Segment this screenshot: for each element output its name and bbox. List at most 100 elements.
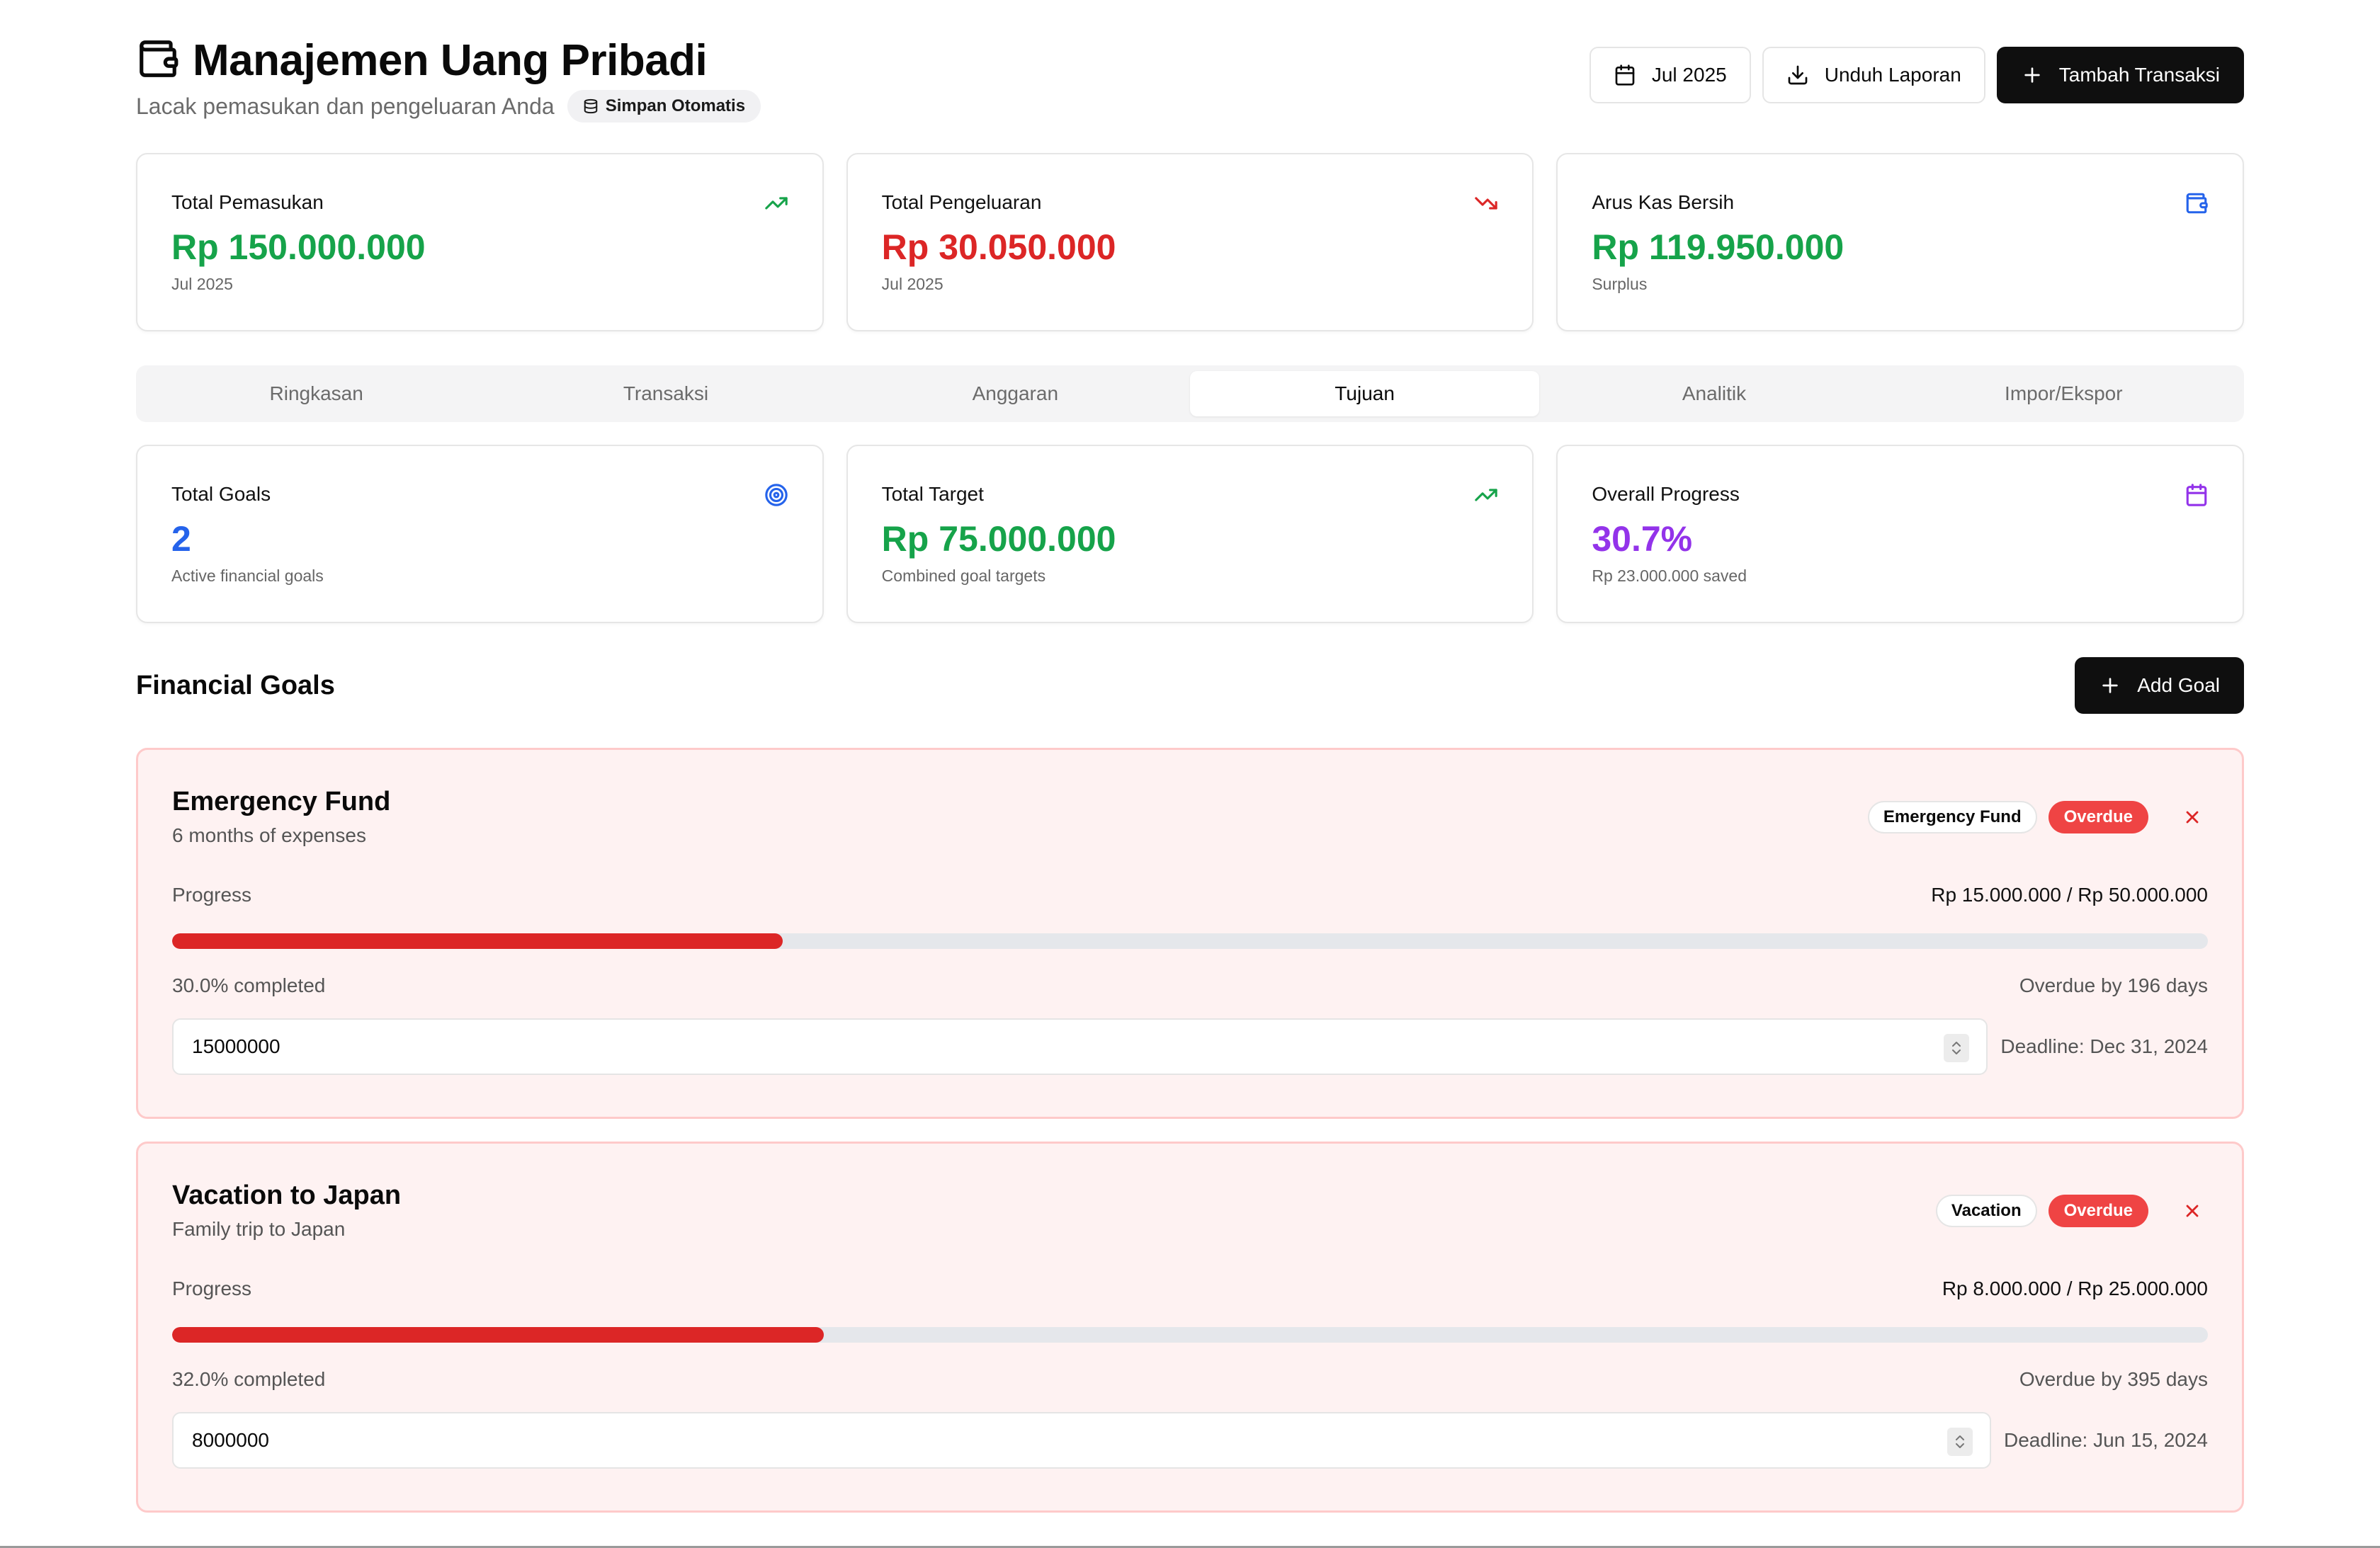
header-actions: Jul 2025 Unduh Laporan Tambah Transaksi [1589,47,2244,103]
card-sub: Jul 2025 [171,275,233,293]
current-amount-value: 8000000 [192,1429,270,1451]
card-label: Total Goals [171,483,271,505]
progress-label: Progress [172,884,252,906]
month-picker-button[interactable]: Jul 2025 [1589,47,1751,103]
month-picker-label: Jul 2025 [1651,64,1727,86]
add-transaction-label: Tambah Transaksi [2058,64,2220,86]
card-label: Total Target [881,483,984,505]
total-target-card: Total Target Rp 75.000.000 Combined goal… [846,445,1534,623]
add-goal-button[interactable]: Add Goal [2075,657,2244,714]
goal-status-badge: Overdue [2048,1195,2148,1227]
goal-category-badge: Vacation [1935,1195,2037,1227]
net-cashflow-card: Arus Kas Bersih Rp 119.950.000 Surplus [1556,153,2245,331]
number-spinner[interactable] [1944,1034,1970,1062]
goals-section-title: Financial Goals [136,670,335,700]
calendar-icon [2186,484,2207,506]
progress-bar-fill [172,1327,824,1343]
wallet-icon [136,37,180,84]
goal-status-badge: Overdue [2048,801,2148,833]
close-icon [2186,1205,2199,1217]
goal-input-row: 15000000 Deadline: Dec 31, 2024 [172,1018,2208,1075]
plus-icon [2024,67,2040,83]
overall-progress-card: Overall Progress 30.7% Rp 23.000.000 sav… [1556,445,2245,623]
current-amount-input[interactable]: 15000000 [172,1018,1988,1075]
current-amount-value: 15000000 [192,1035,280,1057]
goals-section-header: Financial Goals Add Goal [136,657,2244,714]
goal-input-row: 8000000 Deadline: Jun 15, 2024 [172,1412,2208,1469]
card-sub: Rp 23.000.000 saved [1592,567,1747,585]
goal-meta-row: 30.0% completed Overdue by 196 days [172,974,2208,997]
progress-bar [172,933,2208,949]
card-sub: Jul 2025 [881,275,944,293]
chevron-up-down-icon [1952,1042,1961,1054]
download-report-button[interactable]: Unduh Laporan [1762,47,1985,103]
calendar-icon [1615,64,1635,86]
page-header: Manajemen Uang Pribadi Lacak pemasukan d… [136,35,2244,123]
tab-impor-ekspor[interactable]: Impor/Ekspor [1889,371,2238,416]
card-value: Rp 119.950.000 [1592,227,1844,267]
delete-goal-button[interactable] [2177,802,2208,833]
overdue-text: Overdue by 196 days [2019,974,2208,996]
download-report-label: Unduh Laporan [1824,64,1961,86]
download-icon [1788,65,1808,85]
card-sub: Combined goal targets [881,567,1046,585]
close-icon [2186,811,2199,824]
overdue-text: Overdue by 395 days [2019,1368,2208,1390]
goal-deadline: Deadline: Dec 31, 2024 [2000,1035,2208,1057]
card-sub: Active financial goals [171,567,324,585]
progress-amount: Rp 15.000.000 / Rp 50.000.000 [1931,884,2208,906]
page-subtitle: Lacak pemasukan dan pengeluaran Anda [136,93,555,119]
expense-card: Total Pengeluaran Rp 30.050.000 Jul 2025 [846,153,1534,331]
summary-cards: Total Pemasukan Rp 150.000.000 Jul 2025 … [136,153,2245,331]
wallet-icon [2186,193,2208,214]
goal-deadline: Deadline: Jun 15, 2024 [2004,1429,2208,1451]
card-value: 2 [171,519,191,559]
card-label: Total Pengeluaran [881,191,1042,213]
card-value: Rp 30.050.000 [881,227,1116,267]
trending-up-icon [764,197,788,210]
tab-tujuan[interactable]: Tujuan [1189,371,1540,416]
tab-ringkasan[interactable]: Ringkasan [142,371,491,416]
goal-meta-row: 32.0% completed Overdue by 395 days [172,1368,2208,1391]
card-value: Rp 75.000.000 [881,519,1116,559]
trending-down-icon [1475,197,1498,210]
number-spinner[interactable] [1947,1428,1973,1456]
goal-card: Emergency Fund 6 months of expenses Emer… [136,748,2244,1119]
current-amount-input[interactable]: 8000000 [172,1412,1991,1469]
goal-stat-cards: Total Goals 2 Active financial goals Tot… [136,445,2245,623]
progress-row: Progress Rp 8.000.000 / Rp 25.000.000 [172,1277,2208,1300]
add-goal-label: Add Goal [2137,674,2220,696]
progress-bar-fill [172,933,783,949]
tab-transaksi[interactable]: Transaksi [491,371,840,416]
add-transaction-button[interactable]: Tambah Transaksi [1996,47,2244,103]
card-label: Overall Progress [1592,483,1740,505]
card-value: Rp 150.000.000 [171,227,426,267]
progress-label: Progress [172,1277,252,1299]
card-sub: Surplus [1592,275,1648,293]
goal-category-badge: Emergency Fund [1867,801,2037,833]
target-icon [764,484,788,506]
progress-row: Progress Rp 15.000.000 / Rp 50.000.000 [172,884,2208,906]
card-label: Total Pemasukan [171,191,324,213]
total-goals-card: Total Goals 2 Active financial goals [136,445,824,623]
card-value: 30.7% [1592,519,1693,559]
page-title: Manajemen Uang Pribadi [193,36,708,85]
autosave-badge: Simpan Otomatis [567,90,761,123]
completed-text: 32.0% completed [172,1368,326,1390]
goal-name: Vacation to Japan [172,1180,402,1210]
progress-amount: Rp 8.000.000 / Rp 25.000.000 [1942,1277,2208,1299]
delete-goal-button[interactable] [2177,1195,2208,1227]
trending-up-icon [1475,489,1498,501]
completed-text: 30.0% completed [172,974,326,996]
goal-card: Vacation to Japan Family trip to Japan V… [136,1142,2244,1513]
tab-bar: Ringkasan Transaksi Anggaran Tujuan Anal… [136,365,2244,422]
database-icon [584,98,597,114]
plus-icon [2102,678,2118,693]
goal-tags: Vacation Overdue [1935,1195,2208,1227]
tab-analitik[interactable]: Analitik [1539,371,1888,416]
autosave-label: Simpan Otomatis [605,96,746,115]
progress-bar [172,1327,2208,1343]
income-card: Total Pemasukan Rp 150.000.000 Jul 2025 [136,153,824,331]
tab-anggaran[interactable]: Anggaran [841,371,1190,416]
goal-description: Family trip to Japan [172,1218,346,1240]
